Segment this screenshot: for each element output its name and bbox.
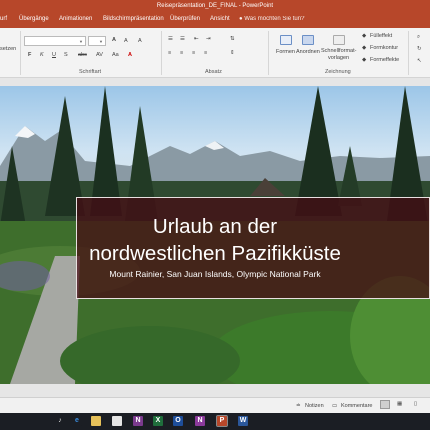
notes-icon[interactable]: ≐ — [296, 403, 301, 409]
slide-sorter-icon[interactable]: ▦ — [397, 401, 402, 407]
slide-title-line1[interactable]: Urlaub an der — [0, 215, 430, 238]
align-left-icon[interactable]: ≡ — [168, 50, 171, 56]
bullets-icon[interactable]: ☰ — [168, 36, 173, 42]
tab-slideshow[interactable]: Bildschirmpräsentation — [103, 16, 164, 22]
clear-format-icon[interactable]: A — [138, 38, 142, 44]
powerpoint-icon[interactable]: P — [216, 415, 228, 427]
shape-outline-button[interactable]: Formkontur — [370, 45, 398, 51]
comments-button[interactable]: Kommentare — [341, 403, 373, 409]
normal-view-icon[interactable] — [380, 400, 390, 409]
case-icon[interactable]: Aa — [112, 52, 119, 58]
notes-button[interactable]: Notizen — [305, 403, 324, 409]
tab-transitions[interactable]: Übergänge — [19, 16, 49, 22]
reading-view-icon[interactable]: ▯ — [414, 401, 417, 407]
grow-font-icon[interactable]: A — [112, 37, 116, 43]
find-icon[interactable]: ⌕ — [417, 34, 420, 41]
underline-icon[interactable]: U — [52, 52, 56, 58]
onenote-icon[interactable]: N — [133, 416, 143, 426]
strikethrough-icon[interactable]: abc — [78, 52, 87, 58]
tab-animations[interactable]: Animationen — [59, 16, 92, 22]
tab-view[interactable]: Ansicht — [210, 16, 230, 22]
shapes-icon[interactable] — [280, 35, 292, 45]
align-right-icon[interactable]: ≡ — [192, 50, 195, 56]
font-color-icon[interactable]: A — [128, 52, 132, 58]
edge-icon[interactable]: e — [72, 416, 82, 426]
font-name-box[interactable]: ▼ — [24, 36, 86, 46]
text-direction-icon[interactable]: ⇅ — [230, 36, 235, 42]
group-label-paragraph: Absatz — [205, 69, 222, 75]
tab-review[interactable]: Überprüfen — [170, 16, 200, 22]
shadow-icon[interactable]: S — [64, 52, 68, 58]
outlook-icon[interactable]: O — [173, 416, 183, 426]
windows-taskbar: ♪ e N X O N P W — [0, 413, 430, 430]
shape-fill-button[interactable]: Fülleffekt — [370, 33, 392, 39]
justify-icon[interactable]: ≡ — [204, 50, 207, 56]
font-size-box[interactable]: ▼ — [88, 36, 106, 46]
file-explorer-icon[interactable] — [91, 416, 101, 426]
paste-label[interactable]: setzen — [0, 46, 16, 52]
excel-icon[interactable]: X — [153, 416, 163, 426]
store-icon[interactable] — [112, 416, 122, 426]
shrink-font-icon[interactable]: A — [124, 38, 128, 44]
ribbon: setzen ▼ ▼ A A A F K U S abc AV Aa A Sch… — [0, 28, 430, 78]
comments-icon[interactable]: ▭ — [332, 403, 337, 409]
pen-icon[interactable]: ◆ — [362, 45, 366, 51]
tab-insert-fragment[interactable]: urf — [0, 16, 7, 22]
tell-me-placeholder: Was möchten Sie tun? — [244, 16, 305, 22]
word-icon[interactable]: W — [238, 416, 248, 426]
char-spacing-icon[interactable]: AV — [96, 52, 103, 58]
group-label-font: Schriftart — [79, 69, 102, 75]
arrange-button[interactable]: Anordnen — [296, 49, 320, 55]
increase-indent-icon[interactable]: ⇥ — [206, 36, 211, 42]
replace-icon[interactable]: ↻ — [417, 46, 422, 52]
slide-title-line2[interactable]: nordwestlichen Pazifikküste — [0, 242, 430, 265]
effects-icon[interactable]: ◆ — [362, 57, 366, 63]
title-bar: Reisepräsentation_DE_FINAL - PowerPoint — [0, 0, 430, 13]
quick-styles-line2[interactable]: vorlagen — [328, 55, 349, 61]
group-label-drawing: Zeichnung — [325, 69, 351, 75]
arrange-icon[interactable] — [302, 35, 314, 45]
italic-icon[interactable]: K — [40, 52, 44, 58]
status-bar: ≐ Notizen ▭ Kommentare ▦ ▯ — [0, 397, 430, 413]
decrease-indent-icon[interactable]: ⇤ — [194, 36, 199, 42]
align-text-icon[interactable]: ⇕ — [230, 50, 235, 56]
shape-effects-button[interactable]: Formeffekte — [370, 57, 399, 63]
align-center-icon[interactable]: ≡ — [180, 50, 183, 56]
shapes-button[interactable]: Formen — [276, 49, 295, 55]
numbering-icon[interactable]: ☰ — [180, 36, 185, 42]
onenote-alt-icon[interactable]: N — [195, 416, 205, 426]
select-icon[interactable]: ↖ — [417, 58, 422, 64]
microphone-icon[interactable]: ♪ — [55, 416, 65, 426]
window-title: Reisepräsentation_DE_FINAL - PowerPoint — [156, 3, 274, 9]
bold-icon[interactable]: F — [28, 52, 31, 58]
quick-styles-line1[interactable]: Schnellformat- — [321, 48, 356, 54]
slide-subtitle[interactable]: Mount Rainier, San Juan Islands, Olympic… — [0, 269, 430, 279]
tell-me-box[interactable]: ● Was möchten Sie tun? — [239, 16, 304, 22]
paint-bucket-icon[interactable]: ◆ — [362, 33, 366, 39]
ribbon-tab-row: urf Übergänge Animationen Bildschirmpräs… — [0, 13, 430, 28]
quick-styles-icon[interactable] — [333, 35, 345, 45]
lightbulb-icon: ● — [239, 16, 243, 22]
